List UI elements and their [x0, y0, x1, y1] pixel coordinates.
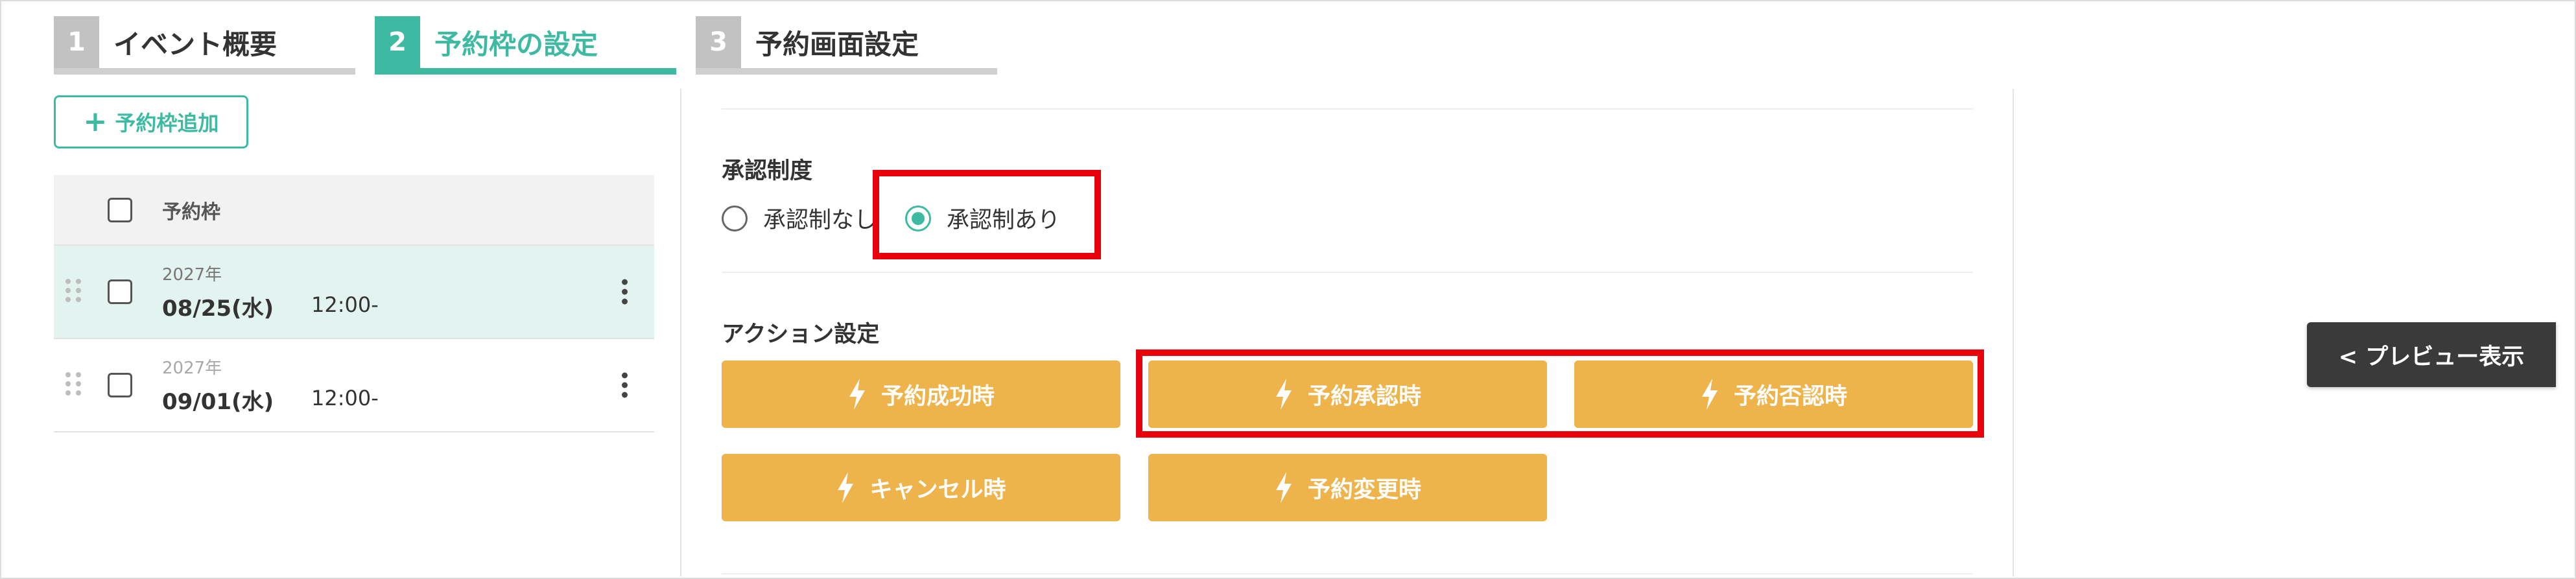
slot-row[interactable]: 2027年 08/25(水) 12:00- [54, 246, 654, 339]
kebab-menu-icon[interactable] [622, 372, 628, 398]
step-label: イベント概要 [113, 28, 278, 60]
preview-toggle-button[interactable]: < プレビュー表示 [2307, 322, 2556, 387]
slot-table: 予約枠 2027年 08/25(水) 12:00- 2027年 09/01(水)… [54, 175, 654, 432]
drag-handle-icon[interactable] [65, 279, 81, 305]
add-slot-button[interactable]: + 予約枠追加 [54, 95, 248, 148]
slot-year: 2027年 [162, 265, 222, 285]
drag-handle-icon[interactable] [65, 372, 81, 398]
action-label: 予約変更時 [1307, 477, 1421, 503]
step-booking-page-settings[interactable]: 3 予約画面設定 [696, 16, 997, 75]
action-label: キャンセル時 [869, 477, 1006, 503]
slot-day: 08/25(水) [162, 296, 274, 322]
step-number: 2 [375, 16, 420, 68]
preview-label: < プレビュー表示 [2338, 344, 2525, 370]
slot-column-header: 予約枠 [162, 200, 220, 224]
kebab-menu-icon[interactable] [622, 279, 628, 305]
action-label: 予約成功時 [880, 383, 995, 410]
action-cancel-button[interactable]: キャンセル時 [722, 454, 1120, 521]
step-label: 予約画面設定 [755, 28, 919, 60]
step-event-overview[interactable]: 1 イベント概要 [54, 16, 355, 75]
plus-icon: + [83, 105, 108, 138]
add-slot-label: 予約枠追加 [115, 111, 219, 136]
radio-label: 承認制なし [763, 207, 877, 233]
step-number: 3 [696, 16, 741, 68]
section-divider [722, 272, 1973, 273]
panel-divider-left [680, 89, 681, 576]
action-booking-change-button[interactable]: 予約変更時 [1148, 454, 1547, 521]
radio-circle [722, 205, 748, 231]
slot-day: 09/01(水) [162, 389, 274, 415]
action-booking-success-button[interactable]: 予約成功時 [722, 360, 1120, 428]
slot-checkbox[interactable] [108, 373, 132, 397]
step-label: 予約枠の設定 [434, 28, 598, 60]
select-all-checkbox[interactable] [108, 197, 132, 222]
slot-date: 2027年 09/01(水) [162, 355, 311, 416]
lightning-bolt-icon [1275, 472, 1292, 503]
slot-checkbox[interactable] [108, 279, 132, 304]
approval-section-title: 承認制度 [722, 158, 813, 184]
lightning-bolt-icon [849, 379, 865, 410]
panel-divider-right [2013, 89, 2014, 576]
slot-time: 12:00- [311, 386, 379, 410]
section-divider [722, 108, 1973, 110]
highlight-box-actions [1136, 349, 1984, 438]
lightning-bolt-icon [838, 472, 854, 503]
step-indicator: 1 イベント概要 2 予約枠の設定 3 予約画面設定 [54, 16, 1017, 75]
action-section-title: アクション設定 [722, 322, 880, 348]
highlight-box-approval [873, 170, 1101, 259]
slot-time: 12:00- [311, 292, 379, 317]
step-slot-settings[interactable]: 2 予約枠の設定 [375, 16, 676, 75]
slot-table-header: 予約枠 [54, 175, 654, 246]
slot-date: 2027年 08/25(水) [162, 261, 311, 322]
section-divider [722, 573, 1973, 574]
slot-row[interactable]: 2027年 09/01(水) 12:00- [54, 339, 654, 432]
radio-no-approval[interactable]: 承認制なし [722, 202, 877, 235]
slot-year: 2027年 [162, 359, 222, 378]
step-number: 1 [54, 16, 99, 68]
